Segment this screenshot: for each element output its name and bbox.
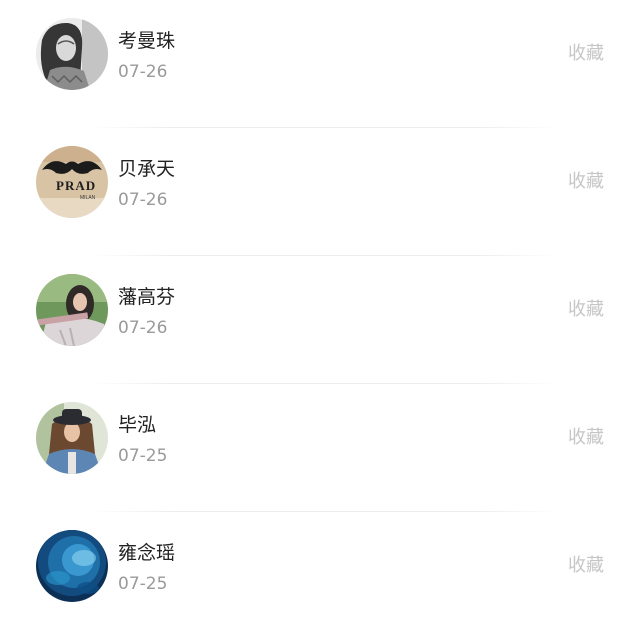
favorites-list: 考曼珠 07-26 收藏 PRAD MILAN 贝承天 07-26 收藏 藩高芬…: [0, 0, 640, 638]
woman-outdoor-photo: [36, 274, 108, 346]
collect-button[interactable]: 收藏: [568, 42, 604, 66]
avatar[interactable]: [36, 530, 108, 602]
grayscale-portrait-photo: [36, 18, 108, 90]
collect-button[interactable]: 收藏: [568, 298, 604, 322]
avatar[interactable]: [36, 18, 108, 90]
user-name: 贝承天: [118, 158, 176, 180]
user-name: 考曼珠: [118, 30, 176, 52]
collect-button[interactable]: 收藏: [568, 554, 604, 578]
avatar-logo-subtext: MILAN: [80, 195, 96, 201]
woman-hat-photo: [36, 402, 108, 474]
item-date: 07-26: [118, 318, 168, 338]
user-name: 藩高芬: [118, 286, 176, 308]
item-date: 07-26: [118, 62, 168, 82]
item-date: 07-25: [118, 446, 168, 466]
list-item[interactable]: 考曼珠 07-26 收藏: [0, 0, 640, 128]
avatar-logo-text: PRAD: [56, 178, 96, 193]
blue-underwater-photo: [36, 530, 108, 602]
item-date: 07-26: [118, 190, 168, 210]
collect-button[interactable]: 收藏: [568, 170, 604, 194]
avatar[interactable]: PRAD MILAN: [36, 146, 108, 218]
list-item[interactable]: 毕泓 07-25 收藏: [0, 384, 640, 512]
collect-button[interactable]: 收藏: [568, 426, 604, 450]
avatar[interactable]: [36, 274, 108, 346]
list-item[interactable]: 雍念瑶 07-25 收藏: [0, 512, 640, 638]
list-item[interactable]: 藩高芬 07-26 收藏: [0, 256, 640, 384]
user-name: 毕泓: [118, 414, 157, 436]
list-item[interactable]: PRAD MILAN 贝承天 07-26 收藏: [0, 128, 640, 256]
avatar[interactable]: [36, 402, 108, 474]
mustache-logo-photo: PRAD MILAN: [36, 146, 108, 218]
user-name: 雍念瑶: [118, 542, 176, 564]
item-date: 07-25: [118, 574, 168, 594]
